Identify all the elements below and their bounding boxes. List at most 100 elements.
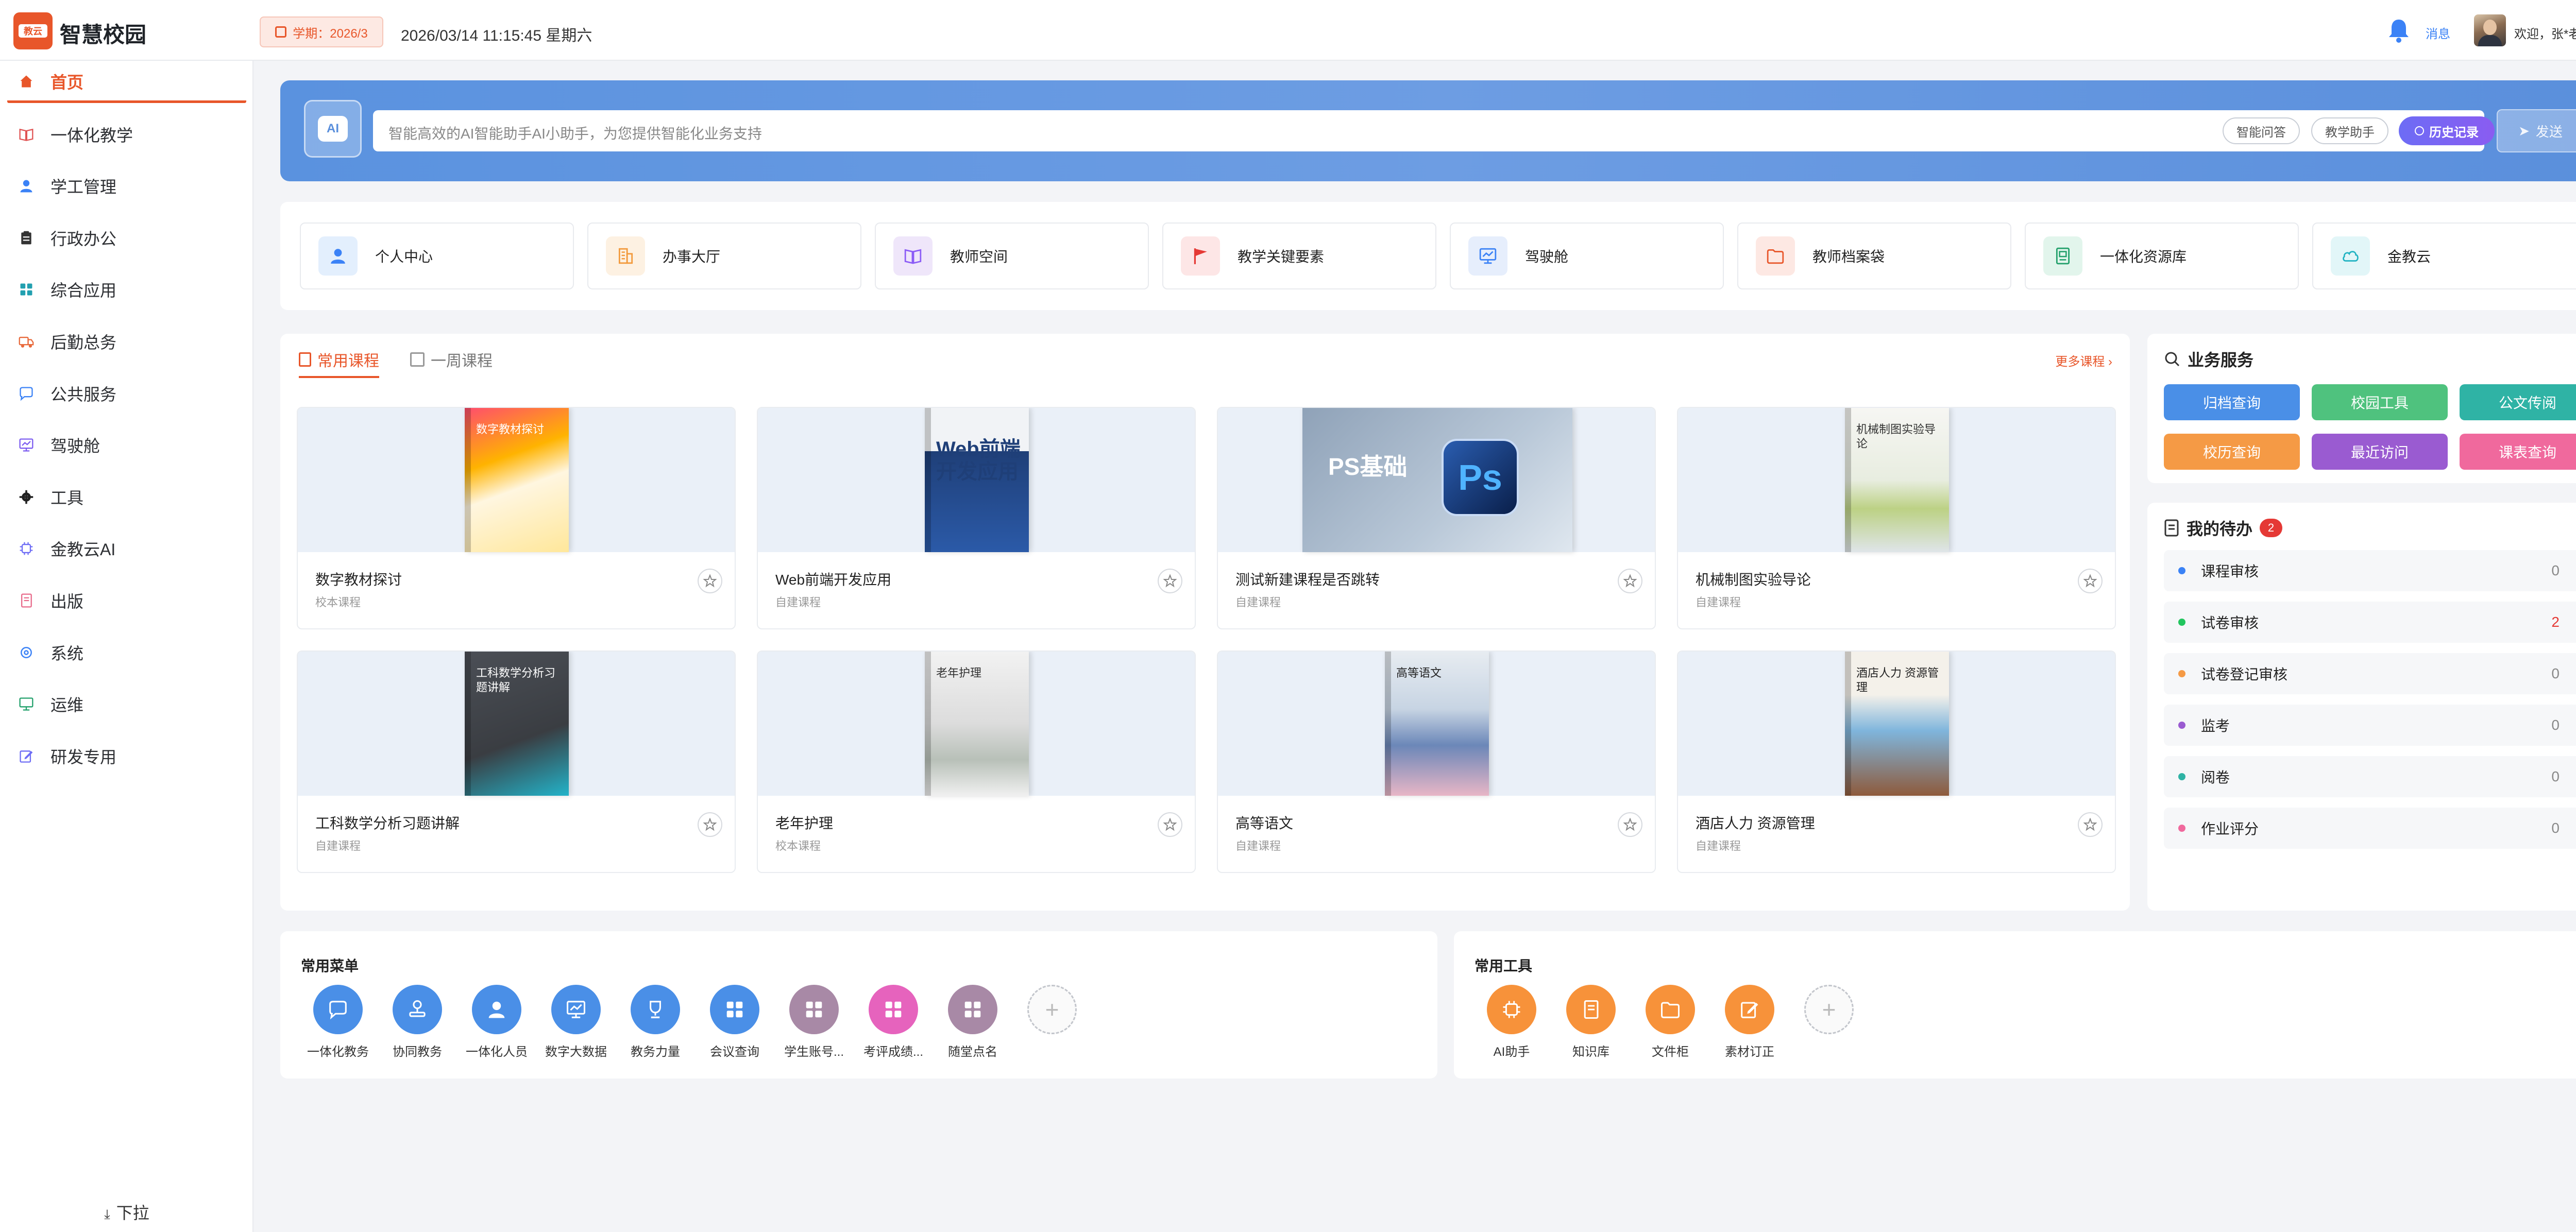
sidebar-item-8[interactable]: 工具 (7, 476, 246, 518)
ai-robot-icon[interactable]: AI (304, 100, 362, 158)
course-cover-image: 工科数学分析习题讲解 (465, 652, 569, 796)
favorite-star-icon[interactable] (2078, 569, 2103, 593)
sidebar-item-0[interactable]: 首页 (7, 62, 246, 103)
bell-icon[interactable] (2387, 18, 2410, 43)
course-cover: 老年护理 (758, 652, 1195, 796)
quick-link-3[interactable]: 教学关键要素 (1162, 223, 1436, 289)
menu-shortcut[interactable]: 一体化人员 (458, 985, 535, 1059)
menu-shortcut[interactable]: 教务力量 (617, 985, 694, 1059)
edit-icon (1725, 985, 1774, 1034)
course-card[interactable]: 老年护理 老年护理 校本课程 (757, 651, 1196, 873)
tab-week-label: 一周课程 (431, 353, 493, 370)
todo-item[interactable]: 试卷登记审核 0 › (2164, 653, 2576, 694)
menu-shortcut[interactable]: 学生账号... (775, 985, 853, 1059)
quick-link-2[interactable]: 教师空间 (875, 223, 1149, 289)
todo-item[interactable]: 阅卷 0 › (2164, 756, 2576, 797)
course-card[interactable]: PS基础 Ps 测试新建课程是否跳转 自建课程 (1217, 407, 1656, 629)
status-dot (2178, 619, 2185, 626)
service-button[interactable]: 最近访问 (2312, 434, 2448, 470)
service-button[interactable]: 校园工具 (2312, 384, 2448, 420)
tab-common-courses[interactable]: 常用课程 (299, 348, 379, 378)
user-icon (472, 985, 521, 1034)
favorite-star-icon[interactable] (1158, 569, 1182, 593)
add-shortcut-button[interactable]: + (1013, 985, 1091, 1034)
favorite-star-icon[interactable] (698, 812, 722, 837)
messages-label[interactable]: 消息 (2426, 24, 2450, 42)
quick-link-7[interactable]: 金教云 (2312, 223, 2576, 289)
app-logo[interactable]: 教云 (13, 12, 53, 49)
teaching-assistant-chip[interactable]: 教学助手 (2311, 117, 2388, 144)
sidebar-item-9[interactable]: 金教云AI (7, 528, 246, 569)
menu-shortcut[interactable]: 一体化教务 (299, 985, 377, 1059)
smart-qa-chip[interactable]: 智能问答 (2223, 117, 2300, 144)
todo-item[interactable]: 作业评分 0 › (2164, 808, 2576, 849)
menu-shortcut[interactable]: 数字大数据 (537, 985, 615, 1059)
menu-shortcut[interactable]: 知识库 (1552, 985, 1630, 1059)
service-button[interactable]: 课表查询 (2460, 434, 2576, 470)
course-card[interactable]: 高等语文 高等语文 自建课程 (1217, 651, 1656, 873)
term-badge[interactable]: 学期：2026/3 (260, 16, 383, 47)
menu-shortcut-label: 文件柜 (1652, 1045, 1689, 1059)
quick-link-4[interactable]: 驾驶舱 (1450, 223, 1724, 289)
favorite-star-icon[interactable] (1158, 812, 1182, 837)
course-panel: 常用课程 一周课程 更多课程 › 数字教材探讨 数字教材探讨 校本课程 Web前… (280, 334, 2130, 911)
quick-link-5[interactable]: 教师档案袋 (1737, 223, 2011, 289)
favorite-star-icon[interactable] (1618, 569, 1642, 593)
avatar[interactable] (2474, 14, 2506, 46)
menu-shortcut[interactable]: 会议查询 (696, 985, 773, 1059)
todo-count: 0 (2551, 562, 2560, 578)
quick-link-0[interactable]: 个人中心 (300, 223, 574, 289)
course-card[interactable]: 工科数学分析习题讲解 工科数学分析习题讲解 自建课程 (297, 651, 736, 873)
menu-shortcut[interactable]: 随堂点名 (934, 985, 1011, 1059)
quick-link-6[interactable]: 一体化资源库 (2025, 223, 2299, 289)
sidebar: 首页 一体化教学 学工管理 行政办公 综合应用 后勤总务 公共服务 驾驶舱 工具… (0, 61, 253, 1232)
course-card[interactable]: 机械制图实验导论 机械制图实验导论 自建课程 (1677, 407, 2116, 629)
service-button[interactable]: 校历查询 (2164, 434, 2300, 470)
tab-week-courses[interactable]: 一周课程 (410, 348, 493, 371)
sidebar-item-10[interactable]: 出版 (7, 580, 246, 621)
quick-link-1[interactable]: 办事大厅 (587, 223, 861, 289)
course-card[interactable]: 酒店人力 资源管理 酒店人力 资源管理 自建课程 (1677, 651, 2116, 873)
favorite-star-icon[interactable] (1618, 812, 1642, 837)
service-button[interactable]: 归档查询 (2164, 384, 2300, 420)
logo-text: 教云 (19, 24, 47, 38)
todo-item[interactable]: 课程审核 0 › (2164, 550, 2576, 591)
todo-item[interactable]: 试卷审核 2 › (2164, 602, 2576, 643)
ai-input[interactable]: 智能高效的AI智能助手AI小助手，为您提供智能化业务支持 智能问答 教学助手 历… (373, 110, 2495, 151)
menu-shortcut[interactable]: 协同教务 (379, 985, 456, 1059)
services-title-label: 业务服务 (2188, 351, 2254, 369)
sidebar-item-11[interactable]: 系统 (7, 632, 246, 673)
sidebar-item-1[interactable]: 一体化教学 (7, 114, 246, 155)
service-button[interactable]: 公文传阅 (2460, 384, 2576, 420)
sidebar-item-2[interactable]: 学工管理 (7, 165, 246, 207)
send-button[interactable]: ➤ 发送 (2497, 109, 2576, 152)
sidebar-item-13[interactable]: 研发专用 (7, 735, 246, 777)
history-button[interactable]: 历史记录 (2399, 116, 2495, 145)
sidebar-item-3[interactable]: 行政办公 (7, 217, 246, 259)
add-shortcut-button[interactable]: + (1790, 985, 1868, 1034)
menu-shortcut[interactable]: AI助手 (1473, 985, 1550, 1059)
sidebar-item-6[interactable]: 公共服务 (7, 373, 246, 414)
sidebar-item-5[interactable]: 后勤总务 (7, 321, 246, 362)
course-card[interactable]: Web前端开发应用 Web前端开发应用 自建课程 (757, 407, 1196, 629)
quick-link-label: 金教云 (2387, 249, 2431, 265)
course-name: Web前端开发应用 (775, 572, 892, 588)
menu-shortcut[interactable]: 素材订正 (1711, 985, 1788, 1059)
pull-down-button[interactable]: ⤓ 下拉 (0, 1194, 253, 1232)
todo-count: 0 (2551, 717, 2560, 733)
welcome-text[interactable]: 欢迎，张*老师 (2514, 24, 2576, 42)
course-card[interactable]: 数字教材探讨 数字教材探讨 校本课程 (297, 407, 736, 629)
more-courses-link[interactable]: 更多课程 › (2055, 351, 2112, 369)
todo-item[interactable]: 监考 0 › (2164, 705, 2576, 746)
favorite-star-icon[interactable] (2078, 812, 2103, 837)
quick-link-label: 教学关键要素 (1238, 249, 1325, 265)
menu-shortcut[interactable]: 考评成绩... (855, 985, 932, 1059)
sidebar-item-7[interactable]: 驾驶舱 (7, 424, 246, 466)
common-tools-title: 常用工具 (1475, 958, 1533, 974)
book-icon (1566, 985, 1616, 1034)
sidebar-item-4[interactable]: 综合应用 (7, 269, 246, 310)
favorite-star-icon[interactable] (698, 569, 722, 593)
archive-icon (2043, 236, 2082, 276)
sidebar-item-12[interactable]: 运维 (7, 683, 246, 725)
menu-shortcut[interactable]: 文件柜 (1632, 985, 1709, 1059)
